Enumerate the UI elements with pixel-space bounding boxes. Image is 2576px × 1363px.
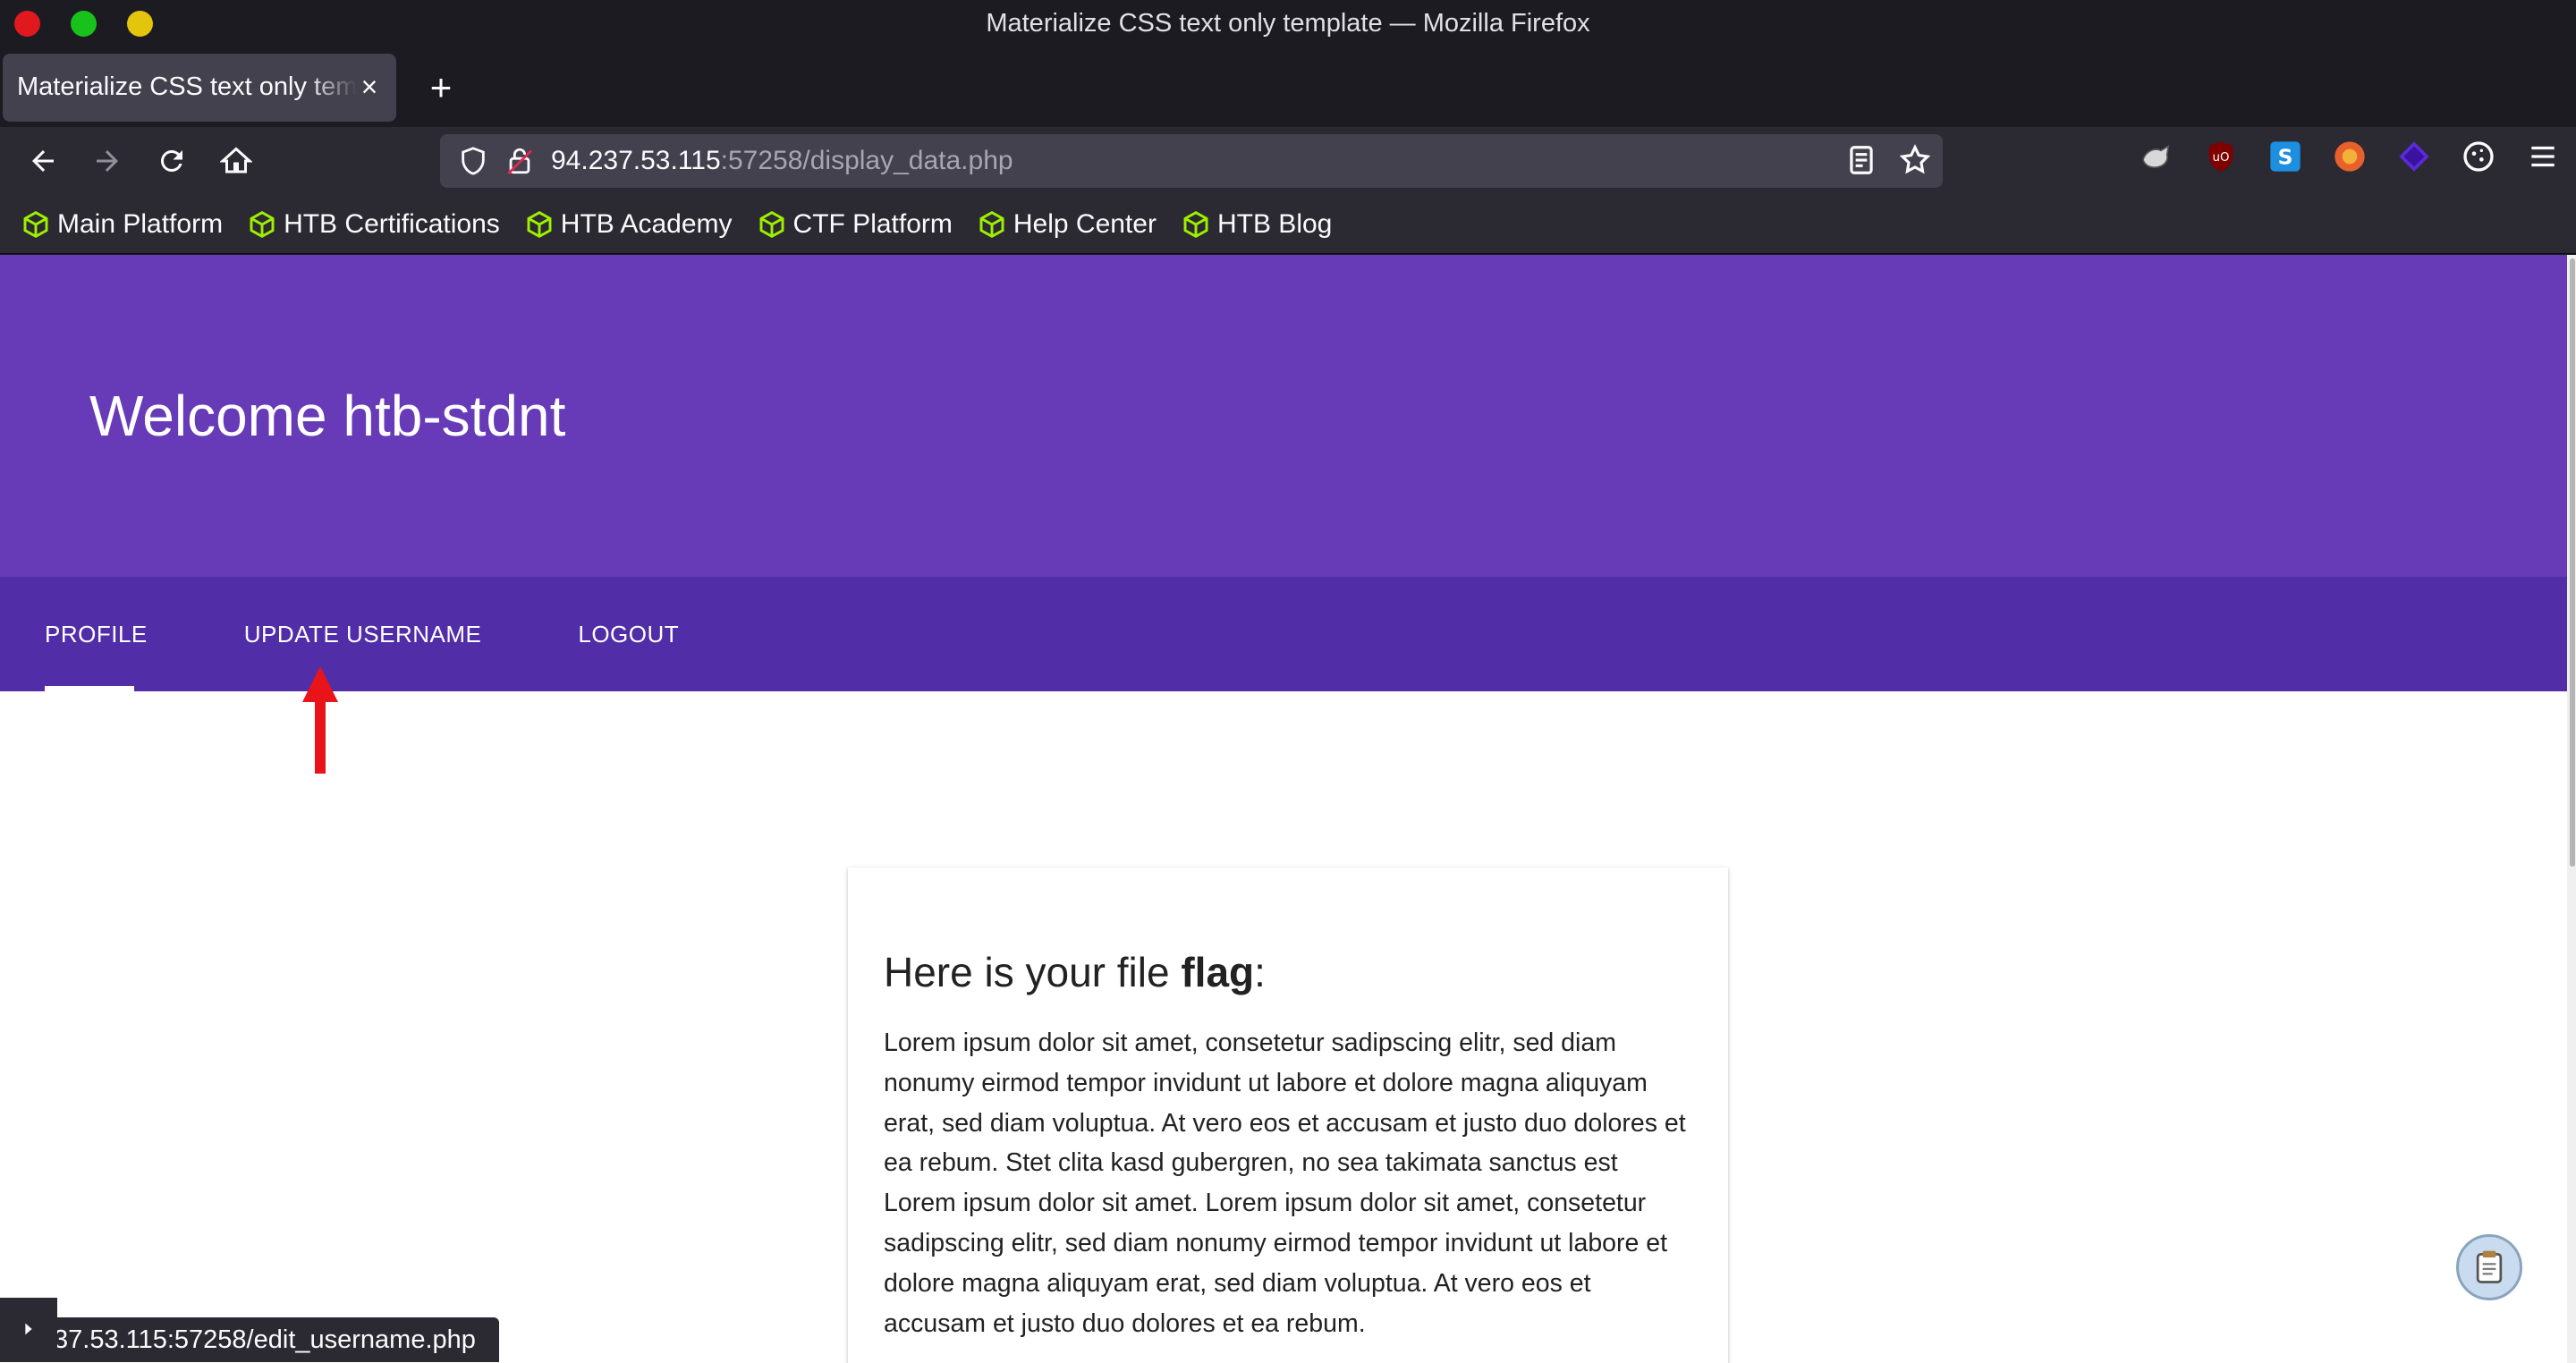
- svg-text:uO: uO: [2213, 151, 2230, 165]
- bookmarks-toolbar: Main Platform HTB Certifications HTB Aca…: [0, 195, 2576, 254]
- scrollbar-thumb[interactable]: [2570, 258, 2575, 867]
- window-titlebar: Materialize CSS text only template — Moz…: [0, 0, 2576, 47]
- insecure-lock-icon[interactable]: [504, 146, 535, 176]
- bookmark-main-platform[interactable]: Main Platform: [21, 209, 223, 240]
- annotation-arrow-icon: [302, 666, 338, 774]
- maximize-window-button[interactable]: [71, 11, 97, 37]
- bookmark-htb-certifications[interactable]: HTB Certifications: [248, 209, 500, 240]
- active-tab-indicator: [45, 686, 134, 691]
- bookmark-label: Main Platform: [57, 208, 224, 239]
- cookie-icon: [2463, 141, 2494, 172]
- extensions-toolbar: uO S: [2136, 136, 2563, 177]
- address-bar[interactable]: 94.237.53.115:57258/display_data.php: [440, 134, 1943, 188]
- page-viewport: Welcome htb-stdnt PROFILE UPDATE USERNAM…: [0, 255, 2576, 1363]
- htb-cube-icon: [250, 210, 275, 238]
- link-status-bar: 37.53.115:57258/edit_username.php: [0, 1298, 499, 1362]
- tab-profile[interactable]: PROFILE: [45, 621, 148, 648]
- caret-right-icon: [25, 1323, 32, 1335]
- window-title: Materialize CSS text only template — Moz…: [986, 9, 1590, 38]
- tab-title: Materialize CSS text only template: [17, 72, 357, 101]
- tab-update-username[interactable]: UPDATE USERNAME: [244, 621, 482, 648]
- card-body: Lorem ipsum dolor sit amet, consetetur s…: [884, 1029, 1686, 1338]
- htb-cube-icon: [527, 210, 552, 238]
- status-link-url: 37.53.115:57258/edit_username.php: [54, 1325, 476, 1354]
- close-window-button[interactable]: [14, 11, 40, 37]
- bookmark-star-icon[interactable]: [1898, 143, 1932, 177]
- foxyproxy-extension-icon[interactable]: [2136, 136, 2177, 177]
- card-title-suffix: :: [1254, 949, 1266, 995]
- diamond-icon: [2399, 141, 2429, 172]
- wappalyzer-extension-icon[interactable]: [2329, 136, 2370, 177]
- arrow-right-icon: [97, 150, 118, 172]
- forward-button[interactable]: [80, 134, 134, 188]
- home-button[interactable]: [209, 134, 263, 188]
- bookmark-ctf-platform[interactable]: CTF Platform: [758, 209, 953, 240]
- clipboard-icon: [2476, 1250, 2503, 1283]
- new-tab-button[interactable]: +: [423, 66, 459, 109]
- cookie-extension-icon[interactable]: [2458, 136, 2499, 177]
- card-title-prefix: Here is your file: [884, 949, 1182, 995]
- browser-tab-active[interactable]: Materialize CSS text only template ×: [3, 53, 396, 122]
- menu-button[interactable]: [2522, 136, 2563, 177]
- s-badge-icon: S: [2270, 141, 2301, 172]
- hamburger-icon: [2531, 146, 2555, 167]
- home-icon: [220, 147, 252, 174]
- window-controls: [14, 11, 153, 37]
- card-title-bold: flag: [1181, 949, 1255, 995]
- svg-text:S: S: [2278, 144, 2293, 169]
- tab-strip: Materialize CSS text only template × +: [0, 47, 2576, 127]
- htb-cube-icon: [23, 210, 48, 238]
- minimize-window-button[interactable]: [127, 11, 153, 37]
- url-host: 94.237.53.115: [551, 146, 721, 175]
- page-scrollbar[interactable]: [2567, 255, 2576, 1363]
- tab-logout[interactable]: LOGOUT: [578, 621, 679, 648]
- bookmark-label: CTF Platform: [792, 208, 953, 239]
- bookmark-label: HTB Blog: [1216, 208, 1333, 239]
- sidebar-toggle-button[interactable]: [0, 1298, 57, 1360]
- clipboard-button[interactable]: [2456, 1234, 2522, 1300]
- shield-icon[interactable]: [458, 146, 488, 176]
- diamond-extension-icon[interactable]: [2394, 136, 2435, 177]
- arrow-left-icon: [32, 150, 54, 172]
- card-title: Here is your file flag:: [884, 948, 1692, 996]
- htb-cube-icon: [1183, 210, 1208, 238]
- page-header: Welcome htb-stdnt: [0, 255, 2567, 577]
- navigation-toolbar: 94.237.53.115:57258/display_data.php uO …: [0, 127, 2576, 195]
- url-actions: [1844, 143, 1932, 177]
- fox-icon: [2142, 144, 2170, 168]
- bookmark-htb-academy[interactable]: HTB Academy: [525, 209, 733, 240]
- htb-cube-icon: [759, 210, 784, 238]
- bookmark-label: Help Center: [1013, 208, 1157, 239]
- page-tabs-nav: PROFILE UPDATE USERNAME LOGOUT: [0, 577, 2567, 691]
- htb-cube-icon: [979, 210, 1004, 238]
- ublock-icon: uO: [2208, 141, 2233, 172]
- ublock-extension-icon[interactable]: uO: [2200, 136, 2241, 177]
- bookmark-htb-blog[interactable]: HTB Blog: [1182, 209, 1332, 240]
- bookmark-label: HTB Academy: [560, 208, 733, 239]
- reload-button[interactable]: [145, 134, 199, 188]
- reader-view-icon[interactable]: [1844, 143, 1878, 177]
- back-button[interactable]: [16, 134, 70, 188]
- fox-orange-icon: [2334, 141, 2365, 172]
- bookmark-help-center[interactable]: Help Center: [978, 209, 1157, 240]
- url-path: :57258/display_data.php: [720, 146, 1013, 175]
- page-title: Welcome htb-stdnt: [89, 384, 566, 448]
- content-card: Here is your file flag: Lorem ipsum dolo…: [848, 868, 1728, 1363]
- s-extension-icon[interactable]: S: [2265, 136, 2306, 177]
- close-tab-icon[interactable]: ×: [357, 71, 382, 104]
- reload-icon: [160, 149, 182, 172]
- bookmark-label: HTB Certifications: [284, 208, 500, 239]
